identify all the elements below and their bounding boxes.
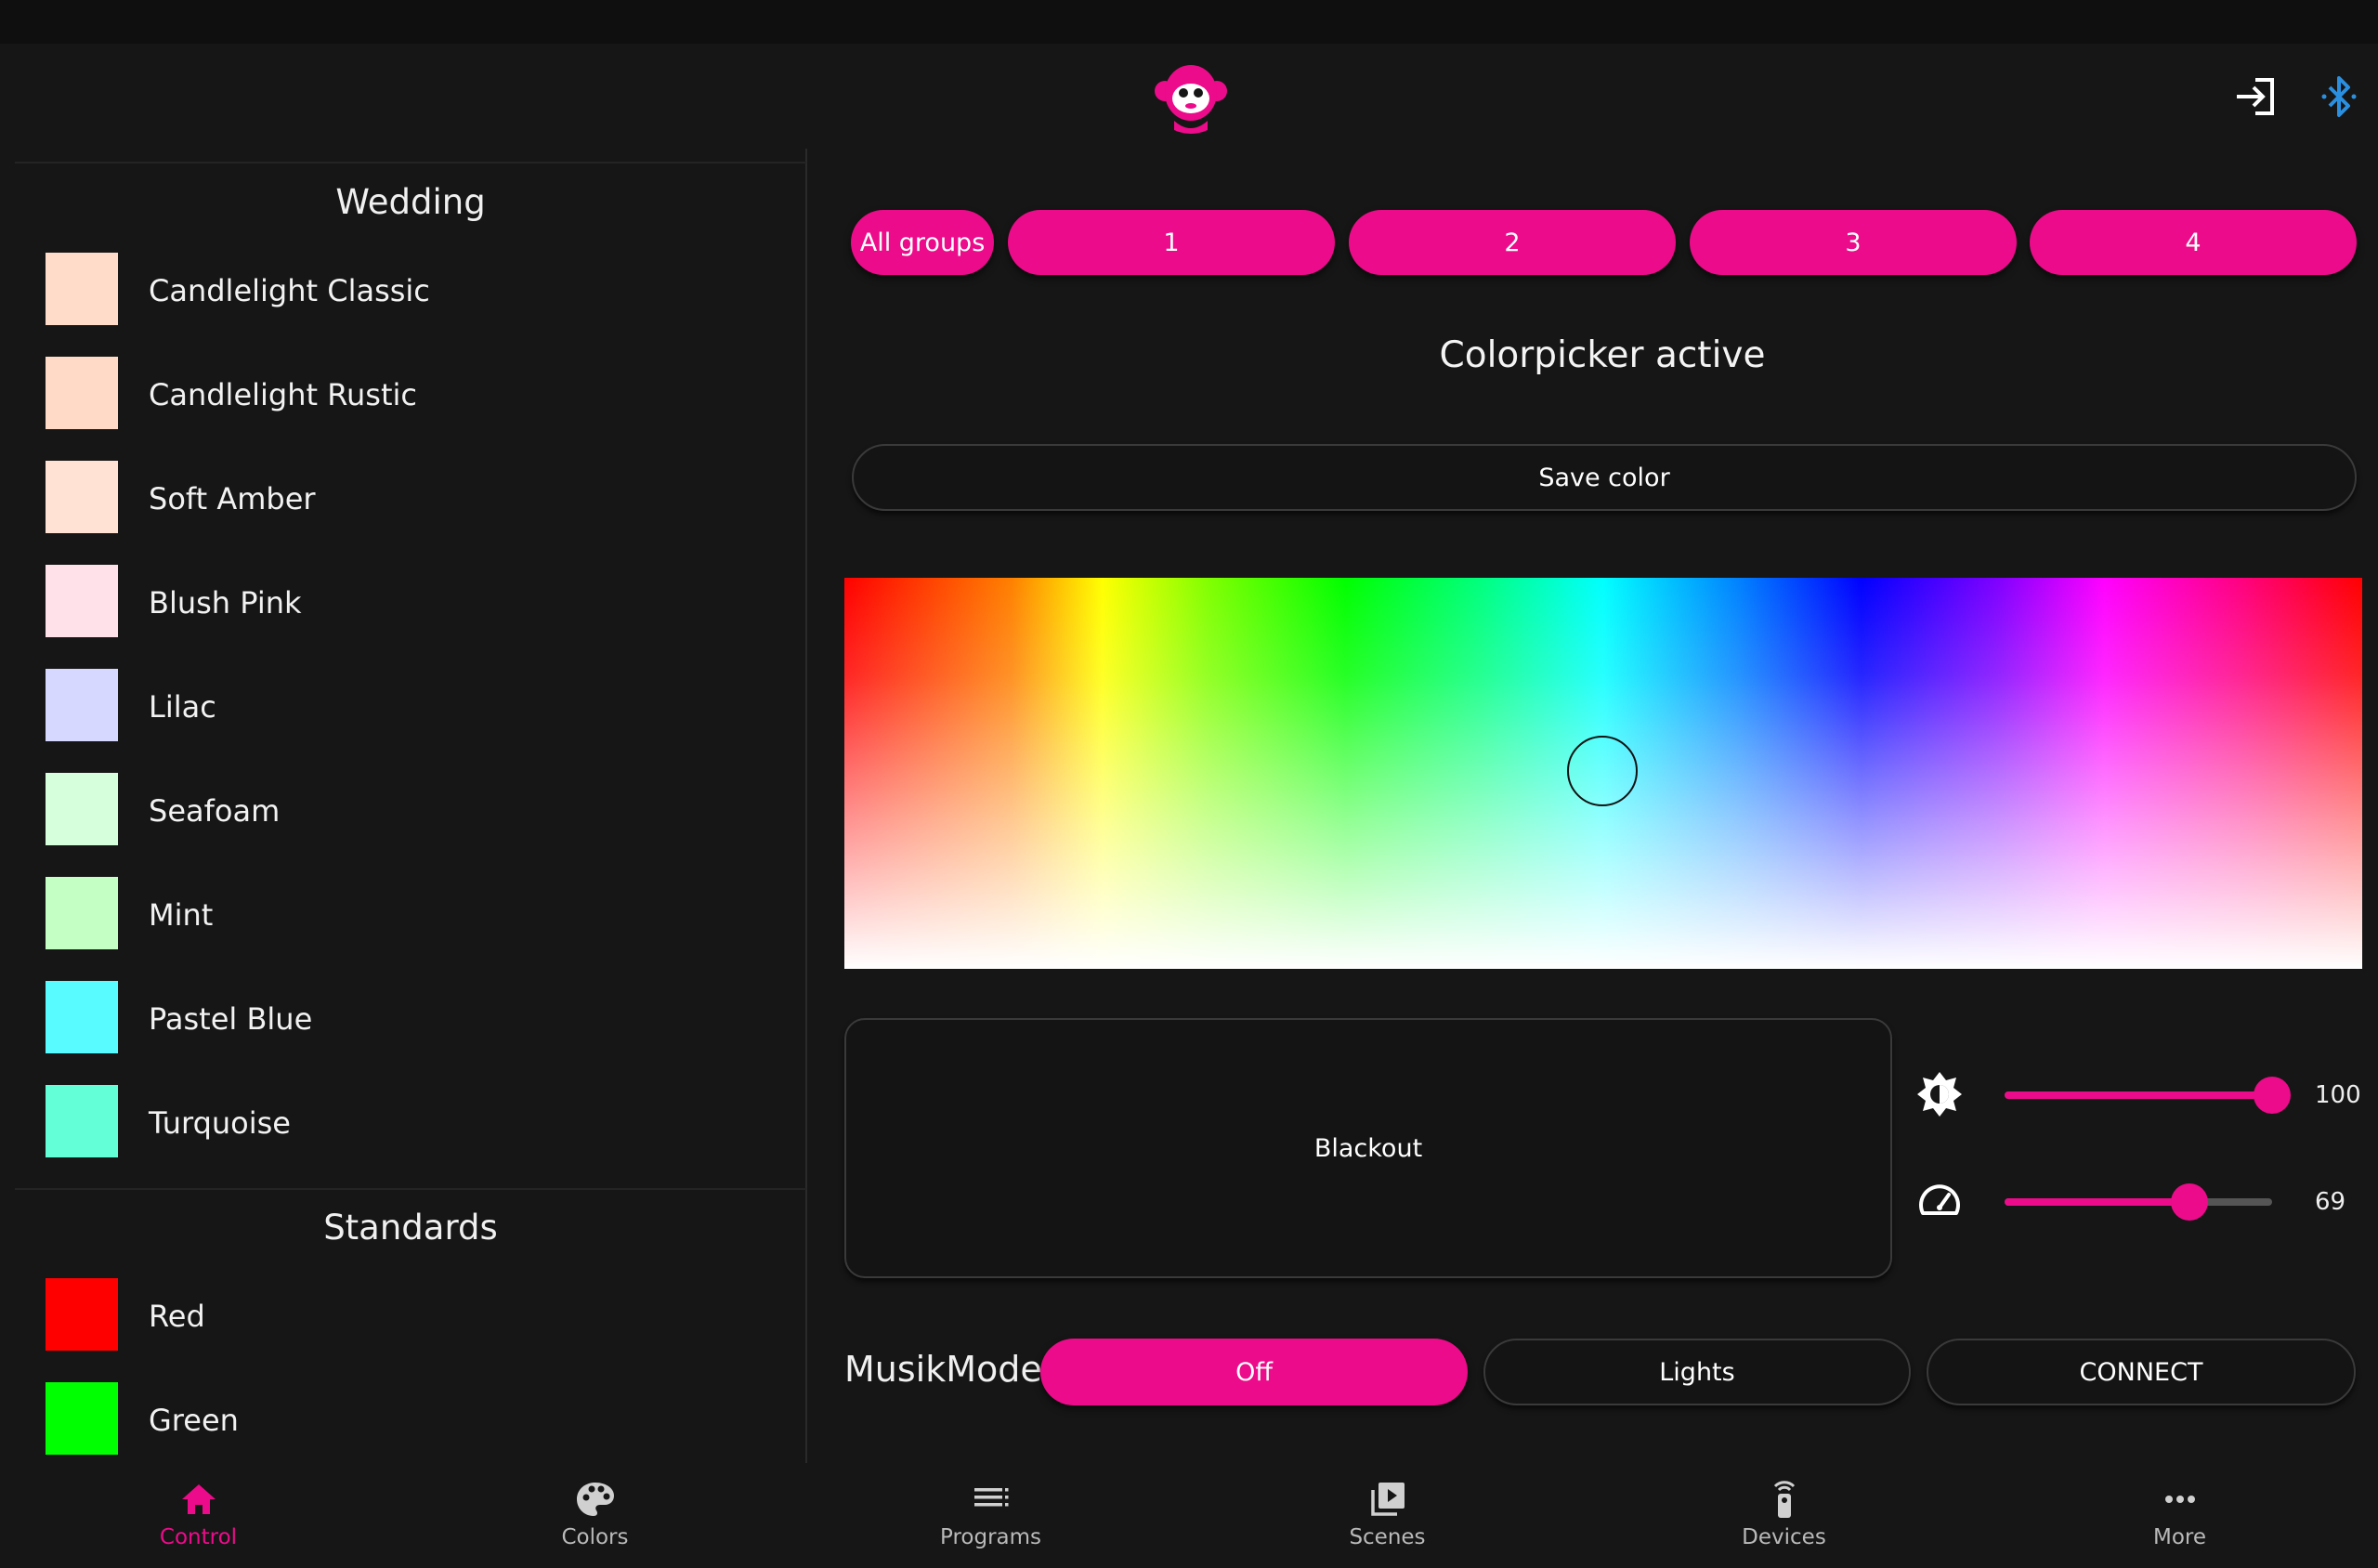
speedometer-icon xyxy=(1915,1178,1964,1226)
list-icon xyxy=(973,1488,1008,1507)
nav-label: Scenes xyxy=(1349,1525,1426,1549)
slider-thumb[interactable] xyxy=(2171,1183,2208,1221)
group-tab-1[interactable]: 1 xyxy=(1008,210,1335,275)
color-swatch[interactable] xyxy=(46,253,118,325)
color-swatch[interactable] xyxy=(46,461,118,533)
brightness-icon xyxy=(1914,1068,1966,1120)
section-title-wedding: Wedding xyxy=(335,182,486,222)
color-swatch[interactable] xyxy=(46,773,118,845)
bluetooth-icon[interactable] xyxy=(2313,71,2365,123)
blackout-button[interactable]: Blackout xyxy=(844,1018,1892,1278)
speed-slider[interactable] xyxy=(2005,1183,2272,1221)
color-swatch[interactable] xyxy=(46,1382,118,1455)
section-title-standards: Standards xyxy=(323,1208,498,1248)
color-label[interactable]: Mint xyxy=(149,897,213,933)
group-tab-2[interactable]: 2 xyxy=(1349,210,1676,275)
save-color-button[interactable]: Save color xyxy=(852,444,2357,511)
colorpicker-status-title: Colorpicker active xyxy=(1439,334,1766,376)
slider-thumb[interactable] xyxy=(2254,1077,2291,1114)
nav-label: Devices xyxy=(1742,1525,1826,1549)
nav-item-scenes[interactable]: Scenes xyxy=(1189,1477,1586,1549)
color-label[interactable]: Candlelight Rustic xyxy=(149,377,417,412)
section-divider xyxy=(15,1188,806,1190)
color-swatch[interactable] xyxy=(46,565,118,637)
brightness-value: 100 xyxy=(2315,1081,2361,1109)
nav-label: Programs xyxy=(939,1525,1042,1549)
color-label[interactable]: Turquoise xyxy=(149,1105,291,1141)
color-picker-cursor[interactable] xyxy=(1567,736,1638,806)
nav-item-control[interactable]: Control xyxy=(0,1477,397,1549)
color-label[interactable]: Seafoam xyxy=(149,793,280,829)
monkey-logo-icon xyxy=(1152,58,1230,136)
slider-fill xyxy=(2005,1198,2189,1206)
musik-off-button[interactable]: Off xyxy=(1040,1339,1468,1405)
remote-icon xyxy=(1773,1481,1795,1518)
musik-lights-button[interactable]: Lights xyxy=(1483,1339,1911,1405)
color-swatch[interactable] xyxy=(46,981,118,1053)
nav-item-more[interactable]: More xyxy=(1981,1477,2378,1549)
group-tab-all[interactable]: All groups xyxy=(851,210,994,275)
color-label[interactable]: Lilac xyxy=(149,689,216,725)
color-label[interactable]: Pastel Blue xyxy=(149,1001,312,1037)
panel-divider xyxy=(805,149,807,1463)
palette-icon xyxy=(576,1483,614,1516)
color-label[interactable]: Candlelight Classic xyxy=(149,273,430,308)
group-tab-3[interactable]: 3 xyxy=(1690,210,2017,275)
nav-label: Colors xyxy=(561,1525,629,1549)
color-label[interactable]: Blush Pink xyxy=(149,585,302,621)
nav-label: Control xyxy=(159,1525,238,1549)
speed-value: 69 xyxy=(2315,1188,2346,1216)
color-swatch[interactable] xyxy=(46,357,118,429)
scenes-icon xyxy=(1370,1483,1405,1516)
nav-item-colors[interactable]: Colors xyxy=(397,1477,793,1549)
slider-fill xyxy=(2005,1091,2272,1099)
more-icon xyxy=(2164,1496,2195,1503)
color-label[interactable]: Red xyxy=(149,1299,205,1334)
color-swatch[interactable] xyxy=(46,1085,118,1157)
group-tab-4[interactable]: 4 xyxy=(2030,210,2357,275)
brightness-slider[interactable] xyxy=(2005,1077,2291,1114)
sign-in-icon[interactable] xyxy=(2229,71,2281,123)
color-swatch[interactable] xyxy=(46,877,118,949)
color-swatch[interactable] xyxy=(46,1278,118,1351)
color-label[interactable]: Soft Amber xyxy=(149,481,316,516)
color-picker-area[interactable] xyxy=(844,578,2362,969)
color-label[interactable]: Green xyxy=(149,1403,239,1438)
nav-item-devices[interactable]: Devices xyxy=(1586,1477,1982,1549)
section-divider xyxy=(15,162,806,163)
nav-label: More xyxy=(2152,1525,2207,1549)
connect-button[interactable]: CONNECT xyxy=(1927,1339,2356,1405)
color-swatch[interactable] xyxy=(46,669,118,741)
status-bar xyxy=(0,0,2378,44)
musik-mode-label: MusikMode xyxy=(844,1349,1042,1390)
nav-item-programs[interactable]: Programs xyxy=(792,1477,1189,1549)
home-icon xyxy=(181,1484,216,1514)
